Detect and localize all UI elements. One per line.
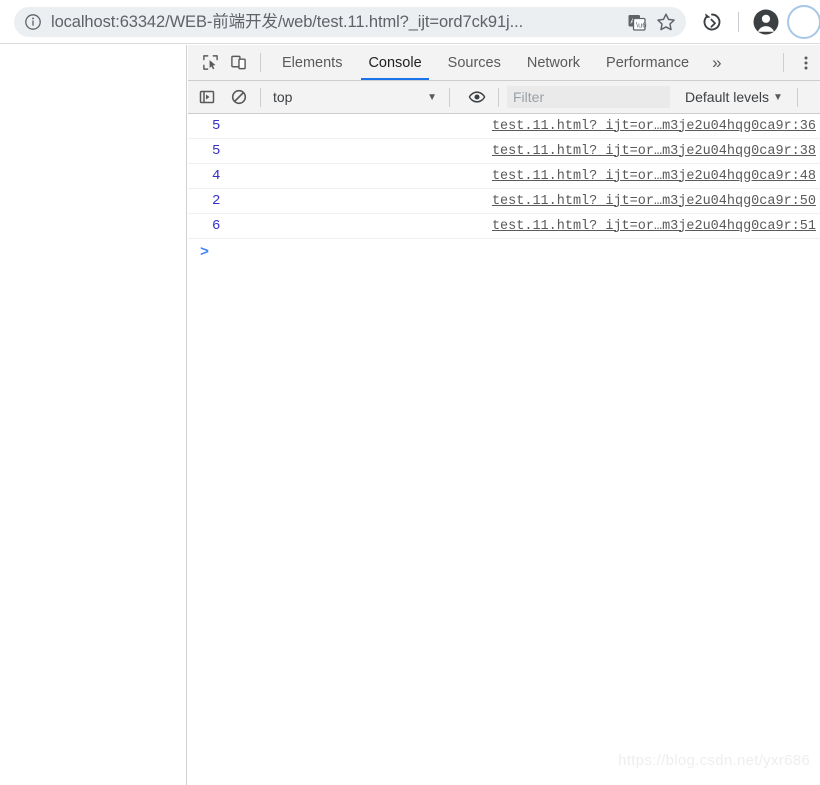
star-icon[interactable]: [654, 10, 678, 34]
translate-icon[interactable]: A \u6587: [626, 11, 648, 33]
sync-update-icon[interactable]: [698, 8, 726, 36]
console-context-select[interactable]: top ▼: [269, 86, 441, 109]
table-row[interactable]: 6 test.11.html?_ijt=or…m3je2u04hqg0ca9r:…: [188, 214, 820, 239]
console-value: 5: [212, 143, 221, 159]
tab-console-label: Console: [368, 54, 422, 71]
console-value: 6: [212, 218, 221, 234]
inspect-element-icon[interactable]: [196, 45, 224, 80]
filterbar-divider-1: [260, 87, 261, 107]
more-options-icon[interactable]: [792, 45, 820, 80]
table-row[interactable]: 4 test.11.html?_ijt=or…m3je2u04hqg0ca9r:…: [188, 164, 820, 189]
devtools-tabbar: Elements Console Sources Network Perform…: [188, 45, 820, 81]
url-text: localhost:63342/WEB-前端开发/web/test.11.htm…: [51, 12, 524, 31]
partial-circle-decoration: [787, 4, 820, 39]
tab-performance[interactable]: Performance: [593, 45, 702, 80]
table-row[interactable]: 5 test.11.html?_ijt=or…m3je2u04hqg0ca9r:…: [188, 139, 820, 164]
log-levels-label: Default levels: [685, 89, 770, 105]
tab-console[interactable]: Console: [355, 45, 434, 80]
device-toolbar-icon[interactable]: [224, 45, 252, 80]
console-source-link[interactable]: test.11.html?_ijt=or…m3je2u04hqg0ca9r:36: [492, 119, 816, 134]
console-source-link[interactable]: test.11.html?_ijt=or…m3je2u04hqg0ca9r:38: [492, 144, 816, 159]
console-prompt[interactable]: >: [188, 239, 820, 265]
filterbar-divider-3: [498, 87, 499, 107]
tab-sources[interactable]: Sources: [435, 45, 514, 80]
chevron-down-icon: ▼: [427, 91, 437, 103]
more-tabs-chevron-icon[interactable]: »: [702, 45, 731, 80]
filter-input[interactable]: [507, 86, 670, 108]
toolbar-divider: [738, 11, 739, 32]
prompt-chevron-icon: >: [200, 243, 210, 261]
info-circle-icon[interactable]: [24, 13, 42, 31]
profile-avatar-icon[interactable]: [751, 7, 781, 37]
console-value: 2: [212, 193, 221, 209]
console-value: 4: [212, 168, 221, 184]
tab-performance-label: Performance: [606, 54, 690, 71]
console-value: 5: [212, 118, 221, 134]
clear-console-icon[interactable]: [226, 84, 252, 110]
console-source-link[interactable]: test.11.html?_ijt=or…m3je2u04hqg0ca9r:51: [492, 219, 816, 234]
console-sidebar-icon[interactable]: [194, 84, 220, 110]
live-expression-eye-icon[interactable]: [464, 84, 490, 110]
filterbar-divider-4: [796, 87, 798, 107]
console-context-label: top: [273, 89, 293, 105]
table-row[interactable]: 2 test.11.html?_ijt=or…m3je2u04hqg0ca9r:…: [188, 189, 820, 214]
tabbar-divider: [260, 53, 261, 72]
browser-toolbar: localhost:63342/WEB-前端开发/web/test.11.htm…: [0, 0, 820, 44]
tab-elements[interactable]: Elements: [269, 45, 355, 80]
console-source-link[interactable]: test.11.html?_ijt=or…m3je2u04hqg0ca9r:48: [492, 169, 816, 184]
console-filter-toolbar: top ▼ Default levels ▼: [188, 81, 820, 114]
table-row[interactable]: 5 test.11.html?_ijt=or…m3je2u04hqg0ca9r:…: [188, 114, 820, 139]
filterbar-divider-2: [449, 87, 450, 107]
tab-network[interactable]: Network: [514, 45, 593, 80]
tabbar-divider-right: [783, 53, 784, 72]
page-viewport: [0, 45, 187, 785]
devtools-panel: Elements Console Sources Network Perform…: [188, 45, 820, 785]
log-levels-select[interactable]: Default levels ▼: [685, 89, 783, 105]
tabbar-spacer: [732, 45, 775, 80]
svg-text:\u6587: \u6587: [636, 20, 647, 29]
tab-network-label: Network: [526, 54, 581, 71]
address-bar[interactable]: localhost:63342/WEB-前端开发/web/test.11.htm…: [14, 6, 686, 37]
tab-elements-label: Elements: [282, 54, 343, 71]
chevron-down-icon: ▼: [773, 91, 783, 103]
console-message-list[interactable]: 5 test.11.html?_ijt=or…m3je2u04hqg0ca9r:…: [188, 114, 820, 785]
tab-sources-label: Sources: [447, 54, 501, 71]
console-source-link[interactable]: test.11.html?_ijt=or…m3je2u04hqg0ca9r:50: [492, 194, 816, 209]
